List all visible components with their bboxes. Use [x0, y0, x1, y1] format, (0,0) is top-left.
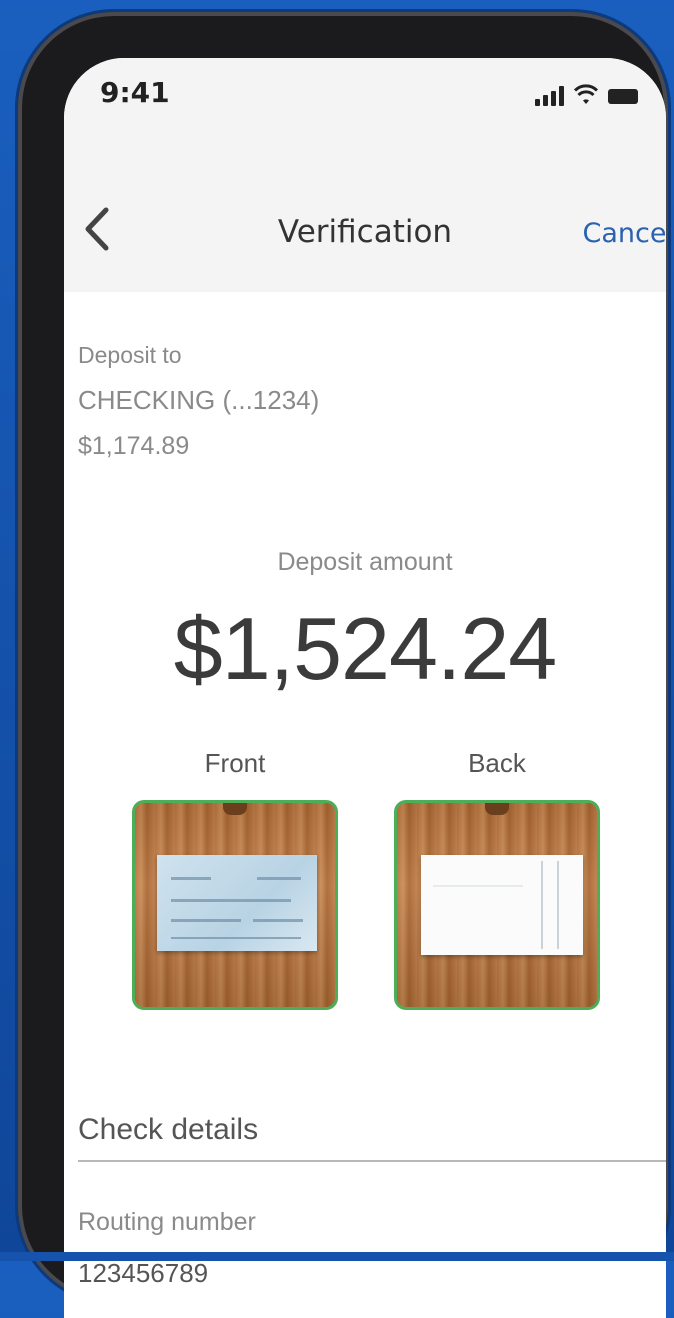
phone-frame: 9:41 Verification Cancel Deposit to CHEC… — [18, 12, 668, 1318]
status-time: 9:41 — [100, 76, 170, 109]
check-back-paper — [421, 855, 583, 955]
check-front-paper — [157, 855, 317, 951]
check-back-image[interactable] — [394, 800, 600, 1010]
front-label: Front — [204, 748, 266, 778]
app-screen: 9:41 Verification Cancel Deposit to CHEC… — [64, 58, 666, 1318]
routing-number-label: Routing number — [78, 1208, 256, 1236]
deposit-amount-label: Deposit amount — [277, 548, 453, 576]
page-title: Verification — [277, 214, 453, 250]
status-bar: 9:41 — [64, 58, 666, 168]
account-balance: $1,174.89 — [78, 432, 190, 460]
routing-number-value: 123456789 — [78, 1258, 209, 1288]
deposit-to-label: Deposit to — [78, 342, 182, 368]
check-front-image[interactable] — [132, 800, 338, 1010]
check-details-title: Check details — [78, 1113, 259, 1146]
status-icons — [535, 84, 638, 106]
back-label: Back — [468, 748, 526, 778]
wifi-icon — [574, 84, 598, 104]
nav-bar: Verification Cancel — [64, 168, 666, 292]
deposit-amount: $1,524.24 — [173, 599, 558, 698]
signal-icon — [535, 84, 564, 106]
bottom-edge — [0, 1252, 674, 1261]
deposit-to-section: Deposit to CHECKING (...1234) $1,174.89 — [78, 342, 319, 461]
cancel-button[interactable]: Cancel — [583, 218, 666, 249]
account-name: CHECKING (...1234) — [78, 385, 320, 415]
section-divider — [78, 1160, 666, 1162]
battery-icon — [608, 89, 638, 104]
